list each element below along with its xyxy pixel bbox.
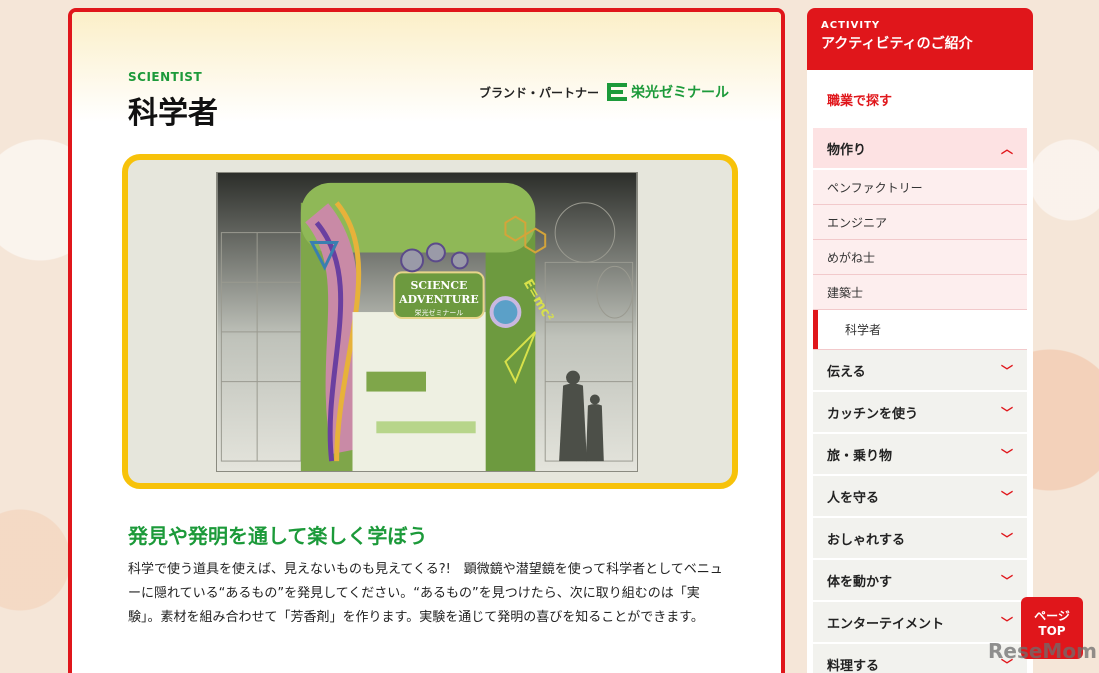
- chevron-down-icon: ﹀: [1000, 489, 1013, 504]
- category-monozukuri[interactable]: 物作り ︿: [813, 128, 1027, 170]
- sub-item-engineer[interactable]: エンジニア: [813, 205, 1027, 240]
- brand-logo-text: 栄光ゼミナール: [631, 85, 729, 101]
- category-move-body[interactable]: 体を動かす ﹀: [813, 560, 1027, 602]
- category-label: 人を守る: [827, 490, 880, 506]
- main-content-card: SCIENTIST 科学者 ブランド・パートナー 栄光ゼミナール SCIENCE…: [68, 8, 785, 673]
- category-label: 旅・乗り物: [827, 448, 893, 464]
- category-travel[interactable]: 旅・乗り物 ﹀: [813, 434, 1027, 476]
- page-eyebrow: SCIENTIST: [128, 70, 203, 84]
- chevron-down-icon: ﹀: [1000, 405, 1013, 420]
- category-label: 体を動かす: [827, 574, 893, 590]
- page-top-line1: ページ: [1034, 609, 1070, 623]
- page-top-line2: TOP: [1038, 624, 1066, 638]
- sidebar-header: ACTIVITY アクティビティのご紹介: [807, 8, 1033, 70]
- activity-sidebar: ACTIVITY アクティビティのご紹介 職業で探す 物作り ︿ ペンファクトリ…: [807, 8, 1033, 673]
- chevron-down-icon: ﹀: [1000, 615, 1013, 630]
- chevron-up-icon: ︿: [1000, 141, 1013, 156]
- category-kacchin[interactable]: カッチンを使う ﹀: [813, 392, 1027, 434]
- hero-sign-sub: 栄光ゼミナール: [415, 308, 464, 317]
- brand-logo[interactable]: 栄光ゼミナール: [607, 82, 729, 102]
- sub-item-scientist[interactable]: 科学者: [813, 310, 1027, 350]
- category-label: 物作り: [827, 142, 867, 158]
- hero-illustration: SCIENCE ADVENTURE 栄光ゼミナール E=mc²: [216, 172, 638, 472]
- watermark-logo: ReseMom: [988, 639, 1097, 663]
- brand-partner-label: ブランド・パートナー: [478, 85, 599, 100]
- lead-heading: 発見や発明を通して楽しく学ぼう: [128, 524, 428, 548]
- hero-sign-line1: SCIENCE: [410, 279, 467, 292]
- brand-partner: ブランド・パートナー 栄光ゼミナール: [479, 82, 729, 102]
- category-label: カッチンを使う: [827, 406, 919, 422]
- category-fashion[interactable]: おしゃれする ﹀: [813, 518, 1027, 560]
- category-label: 料理する: [827, 658, 880, 673]
- category-label: おしゃれする: [827, 532, 906, 548]
- chevron-down-icon: ﹀: [1000, 447, 1013, 462]
- sub-item-pen-factory[interactable]: ペンファクトリー: [813, 170, 1027, 205]
- page-title: 科学者: [128, 96, 218, 131]
- hero-sign-line2: ADVENTURE: [398, 293, 478, 306]
- category-protect[interactable]: 人を守る ﹀: [813, 476, 1027, 518]
- lead-body: 科学で使う道具を使えば、見えないものも見えてくる?! 顕微鏡や潜望鏡を使って科学…: [128, 562, 723, 625]
- category-label: 伝える: [827, 364, 866, 380]
- chevron-down-icon: ﹀: [1000, 363, 1013, 378]
- category-tsutaeru[interactable]: 伝える ﹀: [813, 350, 1027, 392]
- chevron-down-icon: ﹀: [1000, 573, 1013, 588]
- sidebar-header-ja: アクティビティのご紹介: [821, 36, 973, 52]
- search-by-occupation[interactable]: 職業で探す: [813, 70, 1027, 128]
- hero-image-frame: SCIENCE ADVENTURE 栄光ゼミナール E=mc²: [122, 154, 738, 489]
- sidebar-header-en: ACTIVITY: [821, 20, 881, 31]
- chevron-down-icon: ﹀: [1000, 531, 1013, 546]
- sub-item-optician[interactable]: めがね士: [813, 240, 1027, 275]
- sub-item-architect[interactable]: 建築士: [813, 275, 1027, 310]
- category-label: エンターテイメント: [827, 616, 945, 632]
- category-entertainment[interactable]: エンターテイメント ﹀: [813, 602, 1027, 644]
- brand-logo-icon: [607, 83, 627, 101]
